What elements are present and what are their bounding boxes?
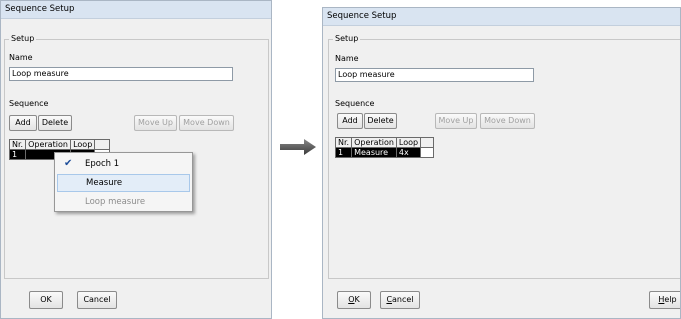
right-row1-loop[interactable]: 4x — [395, 147, 422, 158]
menu-item-loop-measure-label: Loop measure — [85, 197, 146, 207]
left-header-nr: Nr. — [8, 139, 27, 150]
left-sequence-label: Sequence — [9, 99, 49, 108]
right-name-input[interactable]: Loop measure — [335, 68, 534, 82]
right-setup-legend: Setup — [333, 34, 361, 44]
right-sequence-table[interactable]: Nr. Operation Loop 1 Measure 4x — [334, 137, 435, 158]
left-name-label: Name — [9, 53, 33, 62]
check-icon: ✔ — [64, 158, 73, 169]
right-row1-operation[interactable]: Measure — [351, 147, 397, 158]
left-dialog-title: Sequence Setup — [5, 4, 75, 14]
cancel-rest: ancel — [392, 295, 414, 304]
menu-item-epoch-1-label: Epoch 1 — [85, 159, 120, 169]
right-title-bar: Sequence Setup — [323, 8, 680, 26]
right-arrow-icon — [280, 139, 316, 155]
left-ok-button[interactable]: OK — [29, 291, 63, 309]
left-name-input[interactable]: Loop measure — [9, 67, 233, 81]
left-setup-legend: Setup — [9, 34, 37, 44]
menu-item-measure[interactable]: Measure — [57, 174, 190, 192]
menu-item-loop-measure[interactable]: Loop measure — [57, 193, 190, 211]
right-table-header: Nr. Operation Loop — [334, 137, 435, 148]
left-header-operation: Operation — [25, 139, 72, 150]
right-add-button[interactable]: Add — [337, 113, 363, 129]
right-help-button[interactable]: Help — [649, 291, 680, 309]
ok-rest: K — [354, 295, 360, 304]
right-dialog: Sequence Setup Setup Name Loop measure S… — [322, 7, 681, 319]
help-rest: elp — [664, 295, 677, 304]
right-header-operation: Operation — [351, 137, 397, 148]
left-cancel-button[interactable]: Cancel — [77, 291, 117, 309]
left-table-header: Nr. Operation Loop — [8, 139, 111, 150]
left-row1-nr: 1 — [8, 149, 27, 160]
left-dialog: Sequence Setup Setup Name Loop measure S… — [0, 0, 272, 319]
menu-item-measure-label: Measure — [86, 178, 123, 188]
left-delete-button[interactable]: Delete — [38, 115, 72, 131]
left-move-down-button[interactable]: Move Down — [179, 115, 234, 131]
table-row[interactable]: 1 Measure 4x — [334, 147, 435, 158]
right-ok-button[interactable]: OK — [337, 291, 371, 309]
menu-item-epoch-1[interactable]: ✔ Epoch 1 — [57, 155, 190, 173]
right-delete-button[interactable]: Delete — [364, 113, 397, 129]
right-name-label: Name — [335, 54, 359, 63]
right-row1-nr: 1 — [334, 147, 353, 158]
right-sequence-label: Sequence — [335, 99, 375, 108]
left-header-extra — [94, 139, 111, 150]
right-move-up-button[interactable]: Move Up — [435, 113, 477, 129]
left-move-up-button[interactable]: Move Up — [134, 115, 177, 131]
operation-dropdown-menu: ✔ Epoch 1 Measure Loop measure — [54, 152, 193, 212]
left-title-bar: Sequence Setup — [1, 1, 271, 19]
left-add-button[interactable]: Add — [9, 115, 37, 131]
right-move-down-button[interactable]: Move Down — [480, 113, 535, 129]
right-header-loop: Loop — [395, 137, 422, 148]
right-header-nr: Nr. — [334, 137, 353, 148]
right-cancel-button[interactable]: Cancel — [380, 291, 420, 309]
left-header-loop: Loop — [70, 139, 96, 150]
right-header-extra — [420, 137, 435, 148]
right-dialog-title: Sequence Setup — [327, 11, 397, 21]
right-row1-extra — [420, 147, 435, 158]
